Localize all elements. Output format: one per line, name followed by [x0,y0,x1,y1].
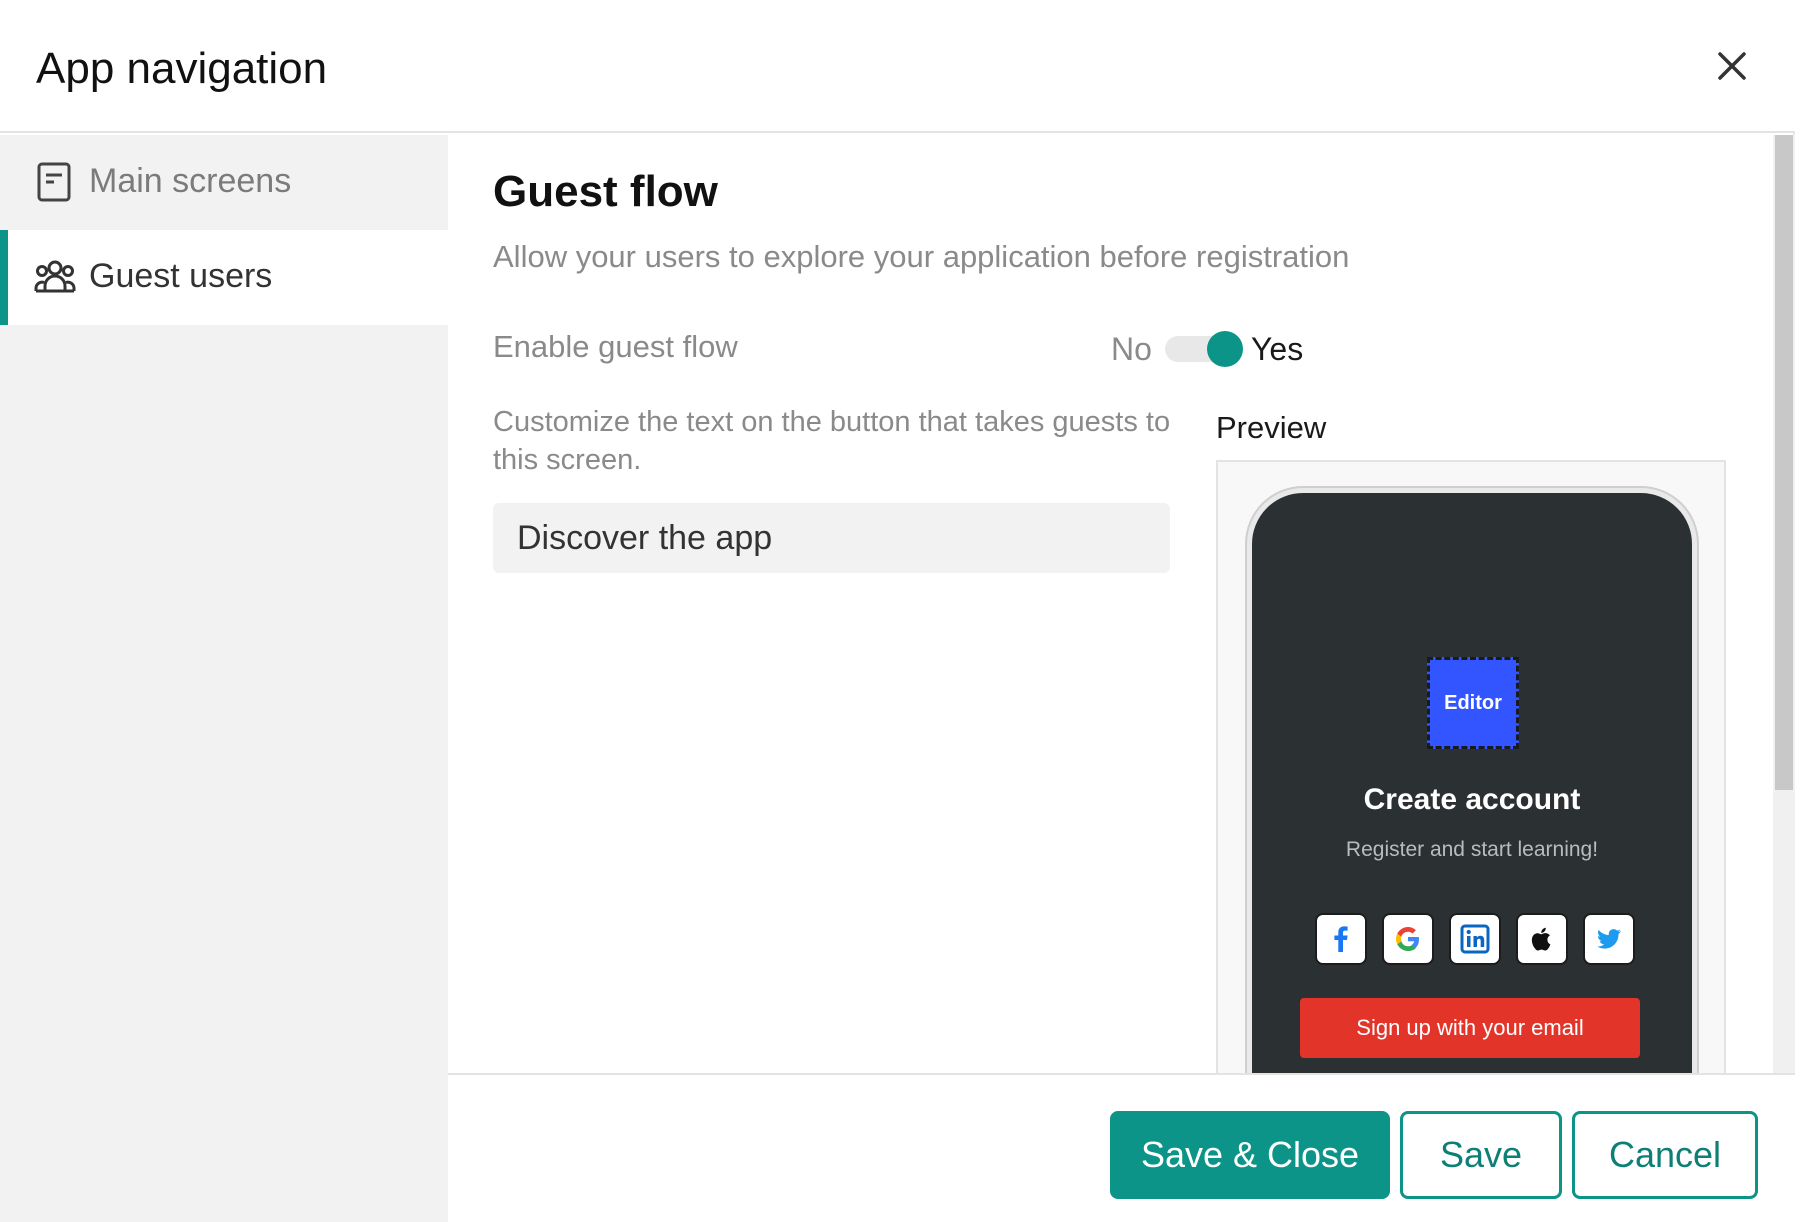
social-login-row [1315,913,1635,965]
scrollbar-thumb[interactable] [1775,135,1793,790]
content-scrollbar[interactable] [1773,135,1795,1073]
save-close-button[interactable]: Save & Close [1110,1111,1390,1199]
linkedin-login-button[interactable] [1449,913,1501,965]
linkedin-icon [1460,924,1490,954]
toggle-on-label: Yes [1251,331,1304,367]
toggle-off-label: No [1111,331,1152,367]
guest-flow-toggle[interactable] [1165,331,1243,367]
dialog-footer: Save & Close Save Cancel [448,1073,1795,1222]
cancel-button[interactable]: Cancel [1572,1111,1758,1199]
dialog-header: App navigation [0,0,1795,133]
main-content: Guest flow Allow your users to explore y… [448,135,1773,1073]
facebook-icon [1334,926,1348,952]
document-icon [34,162,74,202]
facebook-login-button[interactable] [1315,913,1367,965]
section-subtitle: Allow your users to explore your applica… [493,239,1350,274]
toggle-knob [1207,331,1243,367]
preview-label: Preview [1216,410,1327,445]
close-icon [1718,52,1746,80]
section-title: Guest flow [493,167,718,216]
sidebar-item-label: Guest users [89,257,273,295]
sidebar-item-main-screens[interactable]: Main screens [0,135,448,230]
twitter-login-button[interactable] [1583,913,1635,965]
app-navigation-dialog: App navigation Main screens Guest users … [0,0,1795,1222]
preview-panel: Editor Create account Register and start… [1216,460,1726,1073]
signup-email-button[interactable]: Sign up with your email [1300,998,1640,1058]
enable-guest-flow-label: Enable guest flow [493,329,738,364]
customize-description: Customize the text on the button that ta… [493,406,1171,476]
dialog-title: App navigation [36,44,328,93]
save-button[interactable]: Save [1400,1111,1562,1199]
close-button[interactable] [1710,44,1754,88]
sidebar: Main screens Guest users [0,135,448,1222]
sidebar-item-guest-users[interactable]: Guest users [0,230,448,325]
google-icon [1396,927,1419,951]
preview-title: Create account [1363,783,1581,816]
twitter-icon [1597,929,1621,949]
apple-login-button[interactable] [1516,913,1568,965]
apple-icon [1531,927,1551,951]
sidebar-item-label: Main screens [89,162,292,200]
preview-subtitle: Register and start learning! [1345,838,1599,861]
guest-button-text-input[interactable] [493,503,1170,573]
users-group-icon [34,257,76,297]
google-login-button[interactable] [1382,913,1434,965]
active-indicator [0,230,8,325]
phone-mockup: Editor Create account Register and start… [1247,488,1697,1073]
app-logo: Editor [1427,657,1519,749]
